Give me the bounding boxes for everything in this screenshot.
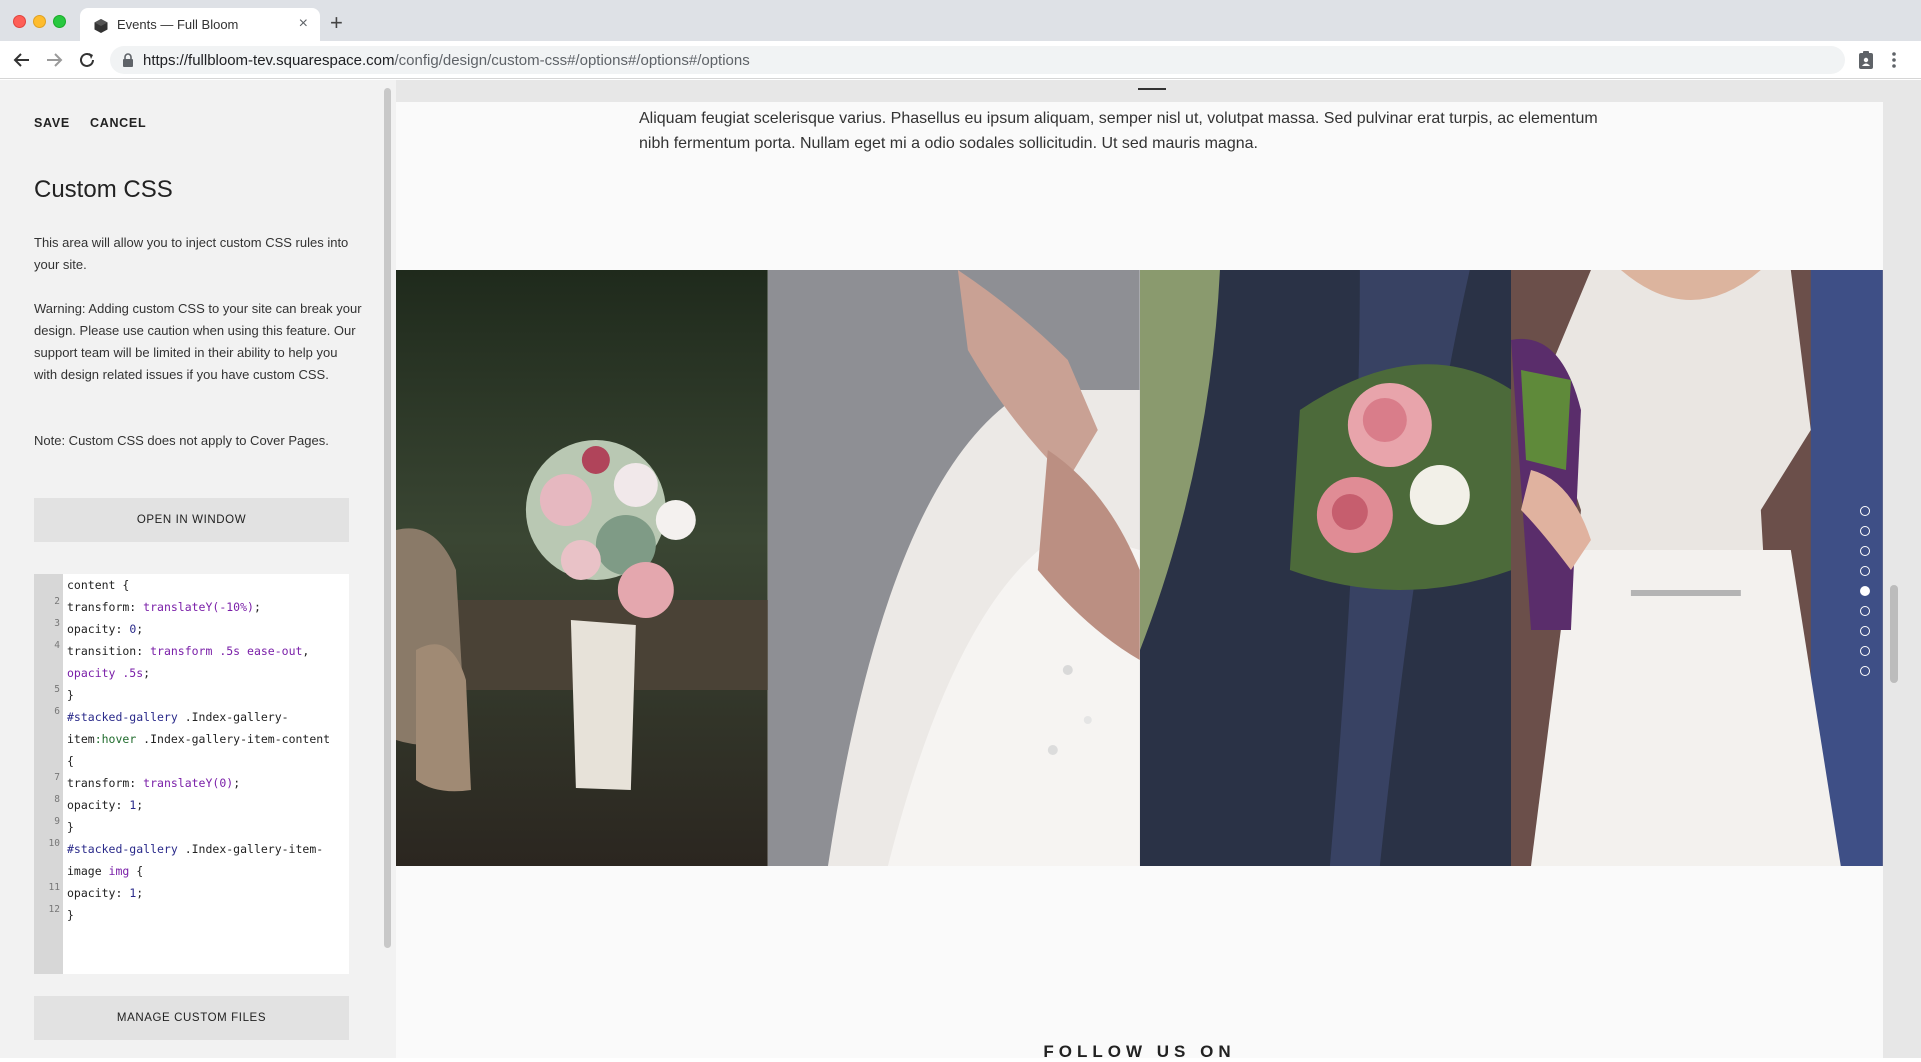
boutonniere-image bbox=[1139, 270, 1512, 866]
code-line: } bbox=[67, 908, 74, 922]
panel-warning-text: Warning: Adding custom CSS to your site … bbox=[34, 301, 362, 382]
browser-tab[interactable]: Events — Full Bloom × bbox=[80, 8, 320, 41]
browser-toolbar: https://fullbloom-tev.squarespace.com/co… bbox=[0, 41, 1921, 79]
code-line: opacity: 1; bbox=[67, 798, 144, 812]
back-arrow-icon[interactable] bbox=[11, 49, 33, 71]
clipboard-extension-icon[interactable] bbox=[1857, 50, 1875, 70]
open-in-window-button[interactable]: OPEN IN WINDOW bbox=[34, 498, 349, 542]
zoom-window-button[interactable] bbox=[53, 15, 66, 28]
code-line: opacity: 1; bbox=[67, 886, 144, 900]
site-preview: Aliquam feugiat scelerisque varius. Phas… bbox=[396, 80, 1921, 1061]
slide-dot[interactable] bbox=[1860, 526, 1870, 536]
slide-dot-active[interactable] bbox=[1860, 586, 1870, 596]
forward-arrow-icon[interactable] bbox=[43, 49, 65, 71]
code-line: transition: transform .5s ease-out, bbox=[67, 644, 310, 658]
line-number: 2 bbox=[54, 596, 60, 607]
tab-close-icon[interactable]: × bbox=[299, 15, 308, 33]
squarespace-favicon-icon bbox=[94, 19, 108, 33]
panel-intro-text: This area will allow you to inject custo… bbox=[34, 235, 349, 272]
line-number: 3 bbox=[54, 618, 60, 629]
gallery-image-hands[interactable] bbox=[767, 270, 1140, 866]
browser-tab-bar: Events — Full Bloom × + bbox=[0, 0, 1921, 41]
close-window-button[interactable] bbox=[13, 15, 26, 28]
css-code-editor[interactable]: 2 3 4 5 6 7 8 9 10 11 12 content { trans… bbox=[34, 574, 349, 974]
gallery-image-bride[interactable] bbox=[1511, 270, 1883, 866]
cancel-button[interactable]: CANCEL bbox=[90, 116, 146, 130]
code-content: content { transform: translateY(-10%); o… bbox=[67, 574, 347, 926]
preview-scrollbar[interactable] bbox=[1890, 585, 1898, 683]
code-line: content { bbox=[67, 578, 130, 592]
follow-us-heading: FOLLOW US ON bbox=[1043, 1042, 1236, 1061]
panel-note-text: Note: Custom CSS does not apply to Cover… bbox=[34, 433, 329, 448]
gallery-image-boutonniere[interactable] bbox=[1139, 270, 1512, 866]
lock-icon bbox=[123, 53, 133, 67]
code-line: { bbox=[67, 754, 74, 768]
line-number: 4 bbox=[54, 640, 60, 651]
slide-dot[interactable] bbox=[1860, 626, 1870, 636]
panel-title: Custom CSS bbox=[34, 176, 173, 203]
code-line: } bbox=[67, 688, 74, 702]
code-line: #stacked-gallery .Index-gallery-item- bbox=[67, 842, 324, 856]
line-number: 6 bbox=[54, 706, 60, 717]
code-line: item:hover .Index-gallery-item-content bbox=[67, 732, 331, 746]
line-number: 12 bbox=[48, 904, 60, 915]
reload-icon[interactable] bbox=[76, 49, 98, 71]
code-line: opacity .5s; bbox=[67, 666, 151, 680]
code-line: } bbox=[67, 820, 74, 834]
url-text: https://fullbloom-tev.squarespace.com/co… bbox=[143, 52, 750, 69]
manage-custom-files-button[interactable]: MANAGE CUSTOM FILES bbox=[34, 996, 349, 1040]
url-host: https://fullbloom-tev.squarespace.com bbox=[143, 52, 395, 69]
slide-dot[interactable] bbox=[1860, 546, 1870, 556]
code-line: opacity: 0; bbox=[67, 622, 144, 636]
code-line: #stacked-gallery .Index-gallery- bbox=[67, 710, 289, 724]
code-line: transform: translateY(0); bbox=[67, 776, 241, 790]
slide-dot[interactable] bbox=[1860, 506, 1870, 516]
slide-dot[interactable] bbox=[1860, 566, 1870, 576]
drag-handle[interactable] bbox=[1138, 88, 1166, 90]
preview-page: Aliquam feugiat scelerisque varius. Phas… bbox=[396, 88, 1883, 1061]
line-number: 9 bbox=[54, 816, 60, 827]
intro-paragraph: Aliquam feugiat scelerisque varius. Phas… bbox=[639, 110, 1598, 152]
line-number: 7 bbox=[54, 772, 60, 783]
hands-image bbox=[767, 270, 1140, 866]
line-number: 5 bbox=[54, 684, 60, 695]
line-number: 8 bbox=[54, 794, 60, 805]
stacked-gallery bbox=[396, 270, 1883, 866]
line-number: 11 bbox=[48, 882, 60, 893]
browser-menu-icon[interactable] bbox=[1891, 50, 1897, 70]
code-line: transform: translateY(-10%); bbox=[67, 600, 261, 614]
code-line: image img { bbox=[67, 864, 144, 878]
new-tab-button[interactable]: + bbox=[330, 12, 343, 34]
address-bar[interactable]: https://fullbloom-tev.squarespace.com/co… bbox=[110, 46, 1845, 74]
slide-dot[interactable] bbox=[1860, 666, 1870, 676]
panel-scrollbar[interactable] bbox=[384, 88, 391, 948]
tab-title: Events — Full Bloom bbox=[117, 17, 239, 32]
gallery-image-bouquet[interactable] bbox=[396, 270, 768, 866]
url-path: /config/design/custom-css#/options#/opti… bbox=[394, 52, 750, 69]
slide-dot[interactable] bbox=[1860, 606, 1870, 616]
line-number: 10 bbox=[48, 838, 60, 849]
bride-image bbox=[1511, 270, 1883, 866]
slide-dot[interactable] bbox=[1860, 646, 1870, 656]
editor-gutter: 2 3 4 5 6 7 8 9 10 11 12 bbox=[34, 574, 63, 974]
bouquet-image bbox=[396, 270, 768, 866]
minimize-window-button[interactable] bbox=[33, 15, 46, 28]
custom-css-panel: SAVE CANCEL Custom CSS This area will al… bbox=[0, 80, 396, 1058]
save-button[interactable]: SAVE bbox=[34, 116, 70, 130]
slide-indicator bbox=[1860, 506, 1874, 686]
